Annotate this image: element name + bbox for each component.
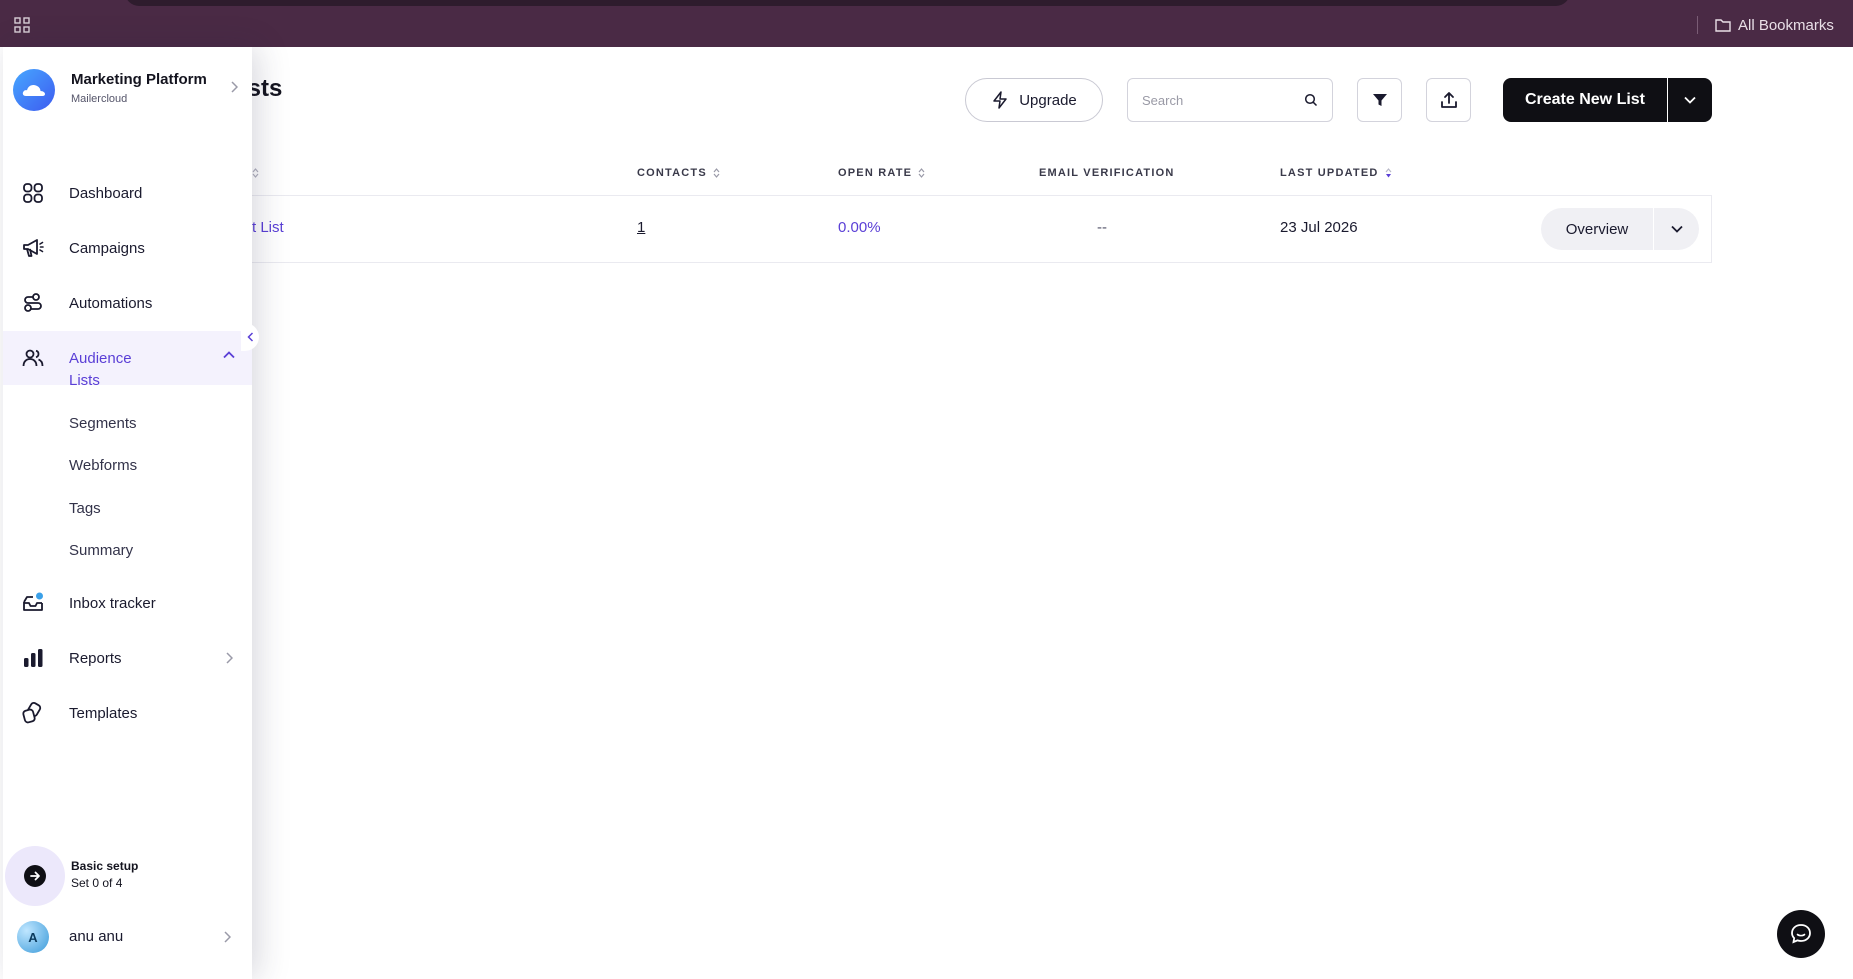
column-email-verification-label: EMAIL VERIFICATION bbox=[1039, 167, 1175, 179]
setup-title: Basic setup bbox=[71, 859, 139, 873]
folder-icon bbox=[1715, 19, 1731, 32]
nav-templates-label: Templates bbox=[69, 704, 138, 722]
sub-nav-summary[interactable]: Summary bbox=[69, 542, 133, 559]
bar-chart-icon bbox=[24, 649, 43, 667]
automation-icon bbox=[24, 293, 42, 312]
workspace-switcher[interactable]: Marketing Platform Mailercloud bbox=[13, 67, 243, 113]
nav-inbox-tracker[interactable]: Inbox tracker bbox=[3, 576, 252, 630]
browser-bookmarks-bar: All Bookmarks bbox=[0, 0, 1853, 47]
create-new-list-button[interactable]: Create New List bbox=[1503, 78, 1667, 122]
nav-templates[interactable]: Templates bbox=[3, 686, 252, 740]
all-bookmarks-label: All Bookmarks bbox=[1738, 16, 1834, 34]
export-button[interactable] bbox=[1426, 78, 1471, 122]
list-name-link[interactable]: t List bbox=[252, 219, 284, 236]
open-rate-value: 0.00% bbox=[838, 219, 881, 236]
sidebar: Marketing Platform Mailercloud Dashboard… bbox=[3, 47, 259, 979]
chevron-left-icon bbox=[246, 332, 253, 342]
chevron-right-icon bbox=[224, 931, 231, 943]
nav-dashboard[interactable]: Dashboard bbox=[3, 166, 252, 220]
column-contacts[interactable]: CONTACTS bbox=[637, 167, 720, 179]
nav-reports[interactable]: Reports bbox=[3, 631, 252, 685]
user-name: anu anu bbox=[69, 928, 124, 945]
contacts-count-link[interactable]: 1 bbox=[637, 219, 645, 236]
workspace-sub: Mailercloud bbox=[71, 93, 128, 105]
nav-campaigns[interactable]: Campaigns bbox=[3, 221, 252, 275]
nav-dashboard-label: Dashboard bbox=[69, 184, 143, 202]
last-updated-value: 23 Jul 2026 bbox=[1280, 219, 1358, 236]
row-actions-dropdown[interactable] bbox=[1654, 208, 1699, 250]
all-bookmarks-button[interactable]: All Bookmarks bbox=[1715, 14, 1834, 36]
user-menu[interactable]: A anu anu bbox=[3, 917, 252, 957]
column-open-rate-label: OPEN RATE bbox=[838, 167, 913, 179]
overview-button[interactable]: Overview bbox=[1541, 208, 1653, 250]
search-icon[interactable] bbox=[1304, 93, 1318, 107]
main-content: act Lists Upgrade Create New List bbox=[0, 47, 1853, 979]
setup-progress-text: Set 0 of 4 bbox=[71, 876, 123, 890]
avatar: A bbox=[17, 921, 49, 953]
create-options-dropdown[interactable] bbox=[1668, 78, 1712, 122]
upgrade-button[interactable]: Upgrade bbox=[965, 78, 1103, 122]
email-verification-value: -- bbox=[1097, 219, 1107, 236]
dashboard-icon bbox=[23, 183, 43, 203]
nav-automations-label: Automations bbox=[69, 294, 153, 312]
nav-automations[interactable]: Automations bbox=[3, 276, 252, 330]
templates-icon bbox=[22, 702, 42, 724]
sort-desc-icon bbox=[1385, 168, 1391, 178]
sort-name-column[interactable] bbox=[252, 167, 259, 179]
sub-nav-segments[interactable]: Segments bbox=[69, 415, 137, 432]
filter-icon bbox=[1372, 94, 1387, 106]
arrow-right-circle-icon bbox=[24, 865, 46, 887]
sort-icon bbox=[918, 168, 925, 178]
setup-progress-ring bbox=[5, 846, 65, 906]
upgrade-label: Upgrade bbox=[1019, 91, 1077, 109]
chat-icon bbox=[1791, 924, 1811, 944]
sub-nav-tags[interactable]: Tags bbox=[69, 500, 101, 517]
address-bar-edge bbox=[125, 0, 1570, 6]
column-last-updated-label: LAST UPDATED bbox=[1280, 167, 1379, 179]
nav-inbox-tracker-label: Inbox tracker bbox=[69, 594, 156, 612]
chat-launcher-button[interactable] bbox=[1777, 910, 1825, 958]
lightning-icon bbox=[993, 91, 1007, 109]
column-contacts-label: CONTACTS bbox=[637, 167, 707, 179]
upload-icon bbox=[1440, 92, 1457, 108]
apps-grid-icon[interactable] bbox=[14, 17, 30, 33]
sort-icon bbox=[713, 168, 720, 178]
column-email-verification: EMAIL VERIFICATION bbox=[1039, 167, 1174, 179]
filter-button[interactable] bbox=[1357, 78, 1402, 122]
nav-campaigns-label: Campaigns bbox=[69, 239, 145, 257]
workspace-name: Marketing Platform bbox=[71, 71, 207, 88]
nav-audience[interactable]: Audience bbox=[3, 331, 252, 385]
chevron-up-icon bbox=[223, 351, 235, 359]
search-box[interactable] bbox=[1127, 78, 1333, 122]
sort-icon bbox=[252, 168, 259, 178]
inbox-icon bbox=[23, 592, 43, 611]
cloud-icon bbox=[22, 85, 45, 96]
chevron-down-icon bbox=[1670, 225, 1683, 233]
chevron-right-icon bbox=[226, 652, 233, 664]
table-row bbox=[230, 195, 1712, 263]
basic-setup-progress[interactable]: Basic setup Set 0 of 4 bbox=[3, 845, 252, 907]
chevron-right-icon bbox=[231, 81, 238, 93]
column-last-updated[interactable]: LAST UPDATED bbox=[1280, 167, 1392, 179]
chevron-down-icon bbox=[1684, 96, 1696, 104]
sub-nav-webforms[interactable]: Webforms bbox=[69, 457, 137, 474]
megaphone-icon bbox=[23, 239, 44, 257]
nav-audience-label: Audience bbox=[69, 349, 132, 367]
nav-reports-label: Reports bbox=[69, 649, 122, 667]
search-input[interactable] bbox=[1142, 92, 1292, 108]
users-icon bbox=[22, 349, 44, 367]
column-open-rate[interactable]: OPEN RATE bbox=[838, 167, 925, 179]
bookmarks-divider bbox=[1697, 16, 1698, 34]
brand-logo bbox=[13, 69, 55, 111]
sub-nav-lists[interactable]: Lists bbox=[69, 372, 100, 389]
